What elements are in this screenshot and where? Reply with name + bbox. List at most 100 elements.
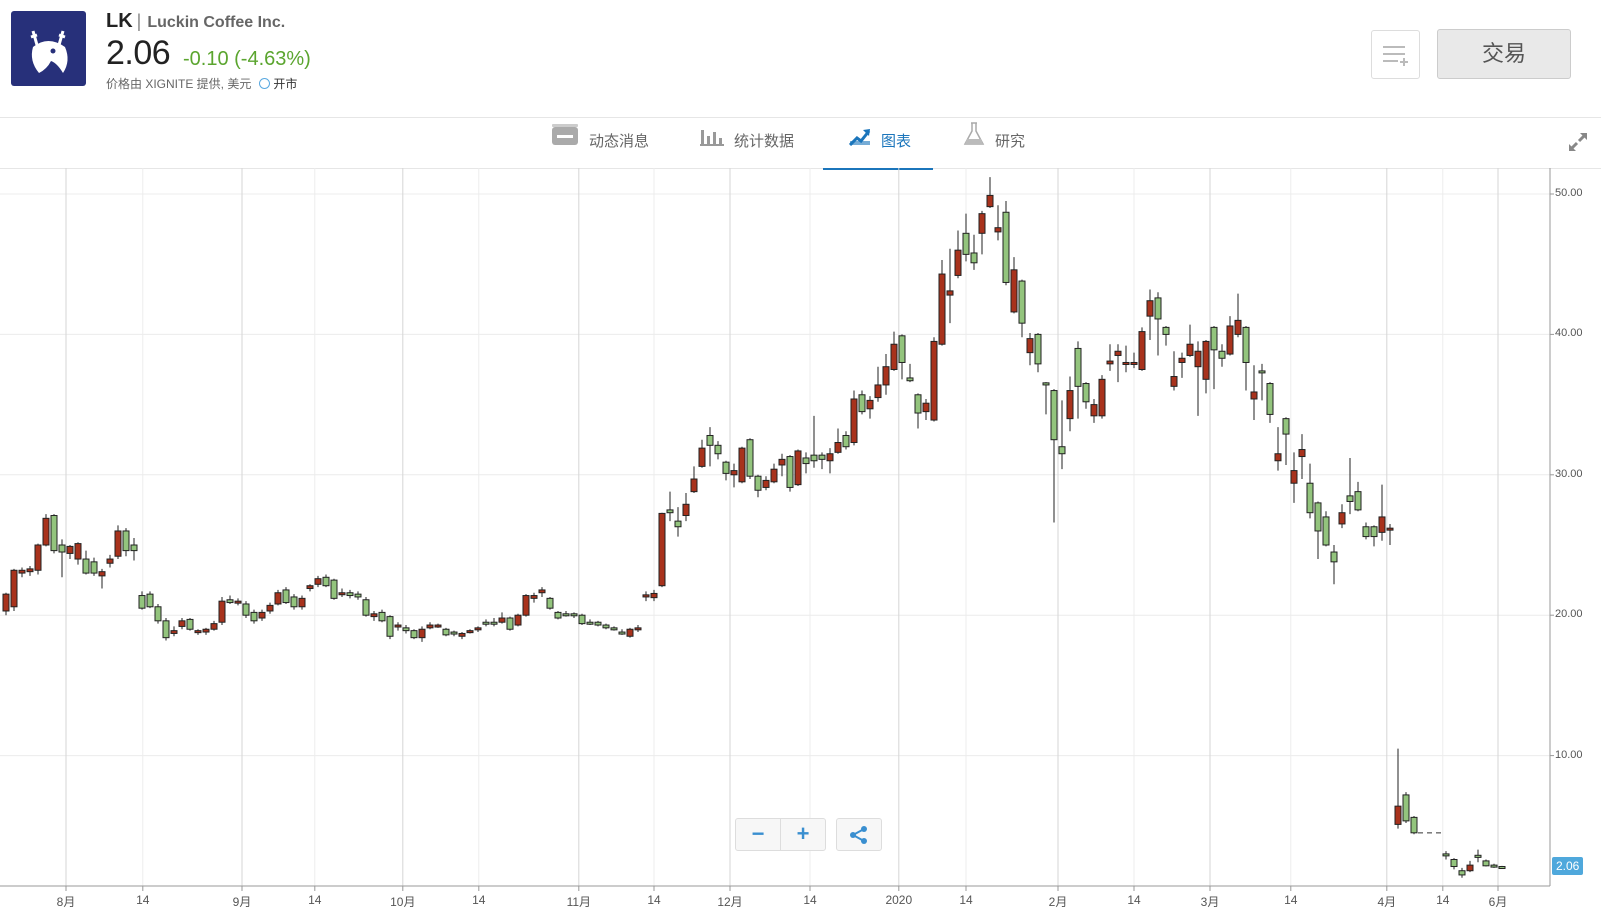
candle-up [770, 468, 778, 483]
candle-up [458, 632, 466, 637]
candle-up [698, 447, 706, 467]
candle-up [994, 227, 1002, 233]
candle-down [250, 611, 258, 622]
candle-up [26, 568, 34, 573]
candle-up [1290, 470, 1298, 484]
candle-up [1138, 331, 1146, 371]
candle-up [930, 340, 938, 421]
share-button[interactable] [837, 819, 881, 850]
x-tick-label: 11月 [566, 895, 592, 909]
candle-down [1314, 502, 1322, 532]
candle-up [298, 597, 306, 608]
candle-down [714, 444, 722, 455]
candle-up [1122, 361, 1130, 365]
candle-down [1282, 418, 1290, 435]
candle-up [466, 630, 474, 634]
candle-up [738, 447, 746, 483]
candle-down [282, 589, 290, 604]
candle-down [226, 599, 234, 604]
candle-down [450, 631, 458, 635]
candle-up [1394, 805, 1402, 825]
candle-down [378, 611, 386, 622]
candle-down [362, 599, 370, 616]
candle-up [642, 594, 650, 598]
candle-up [530, 595, 538, 599]
candle-down [1482, 860, 1490, 867]
candle-down [858, 394, 866, 413]
candle-up [74, 543, 82, 560]
y-tick-label: 20.00 [1555, 608, 1583, 621]
candle-down [490, 621, 498, 625]
candle-down [1050, 390, 1058, 441]
candle-down [1242, 326, 1250, 363]
candle-down [962, 232, 970, 255]
candle-down [90, 561, 98, 574]
candle-up [922, 402, 930, 413]
candle-up [42, 517, 50, 546]
candle-down [706, 434, 714, 446]
candle-up [434, 624, 442, 628]
candle-up [234, 600, 242, 604]
zoom-out-button[interactable]: − [736, 819, 780, 850]
candle-up [474, 627, 482, 631]
candle-up [66, 545, 74, 554]
candle-up [730, 470, 738, 476]
candle-down [1034, 333, 1042, 365]
candle-up [890, 343, 898, 370]
candle-down [1266, 383, 1274, 415]
x-tick-label: 14 [308, 893, 322, 907]
x-tick-label: 8月 [56, 895, 76, 909]
candle-down [154, 606, 162, 622]
candle-up [1010, 269, 1018, 313]
candle-down [1442, 853, 1450, 857]
candle-up [826, 453, 834, 462]
x-tick-label: 14 [1436, 893, 1450, 907]
candle-down [914, 394, 922, 414]
candle-down [1154, 297, 1162, 320]
candle-down [594, 621, 602, 626]
candle-down [802, 457, 810, 465]
candle-up [1338, 512, 1346, 525]
candle-up [1178, 357, 1186, 363]
candle-up [882, 366, 890, 386]
candle-up [98, 571, 106, 577]
candle-down [1218, 350, 1226, 359]
candle-up [18, 569, 26, 574]
candle-down [578, 614, 586, 625]
candle-up [1194, 350, 1202, 368]
candle-up [106, 558, 114, 564]
candle-down [1002, 211, 1010, 283]
candle-up [658, 512, 666, 587]
candlestick-chart[interactable] [0, 0, 1601, 912]
candle-up [946, 290, 954, 296]
x-tick-label: 6月 [1488, 895, 1508, 909]
candle-up [1274, 453, 1282, 462]
candle-down [322, 576, 330, 587]
y-tick-label: 10.00 [1555, 748, 1583, 761]
candle-down [1330, 551, 1338, 563]
candle-up [794, 450, 802, 486]
candle-down [442, 628, 450, 636]
candle-up [538, 589, 546, 594]
candle-down [1258, 370, 1266, 374]
candle-down [290, 596, 298, 608]
candle-up [1378, 516, 1386, 533]
candle-up [1170, 376, 1178, 387]
candle-up [218, 600, 226, 623]
x-tick-label: 4月 [1377, 895, 1397, 909]
candle-up [626, 628, 634, 637]
candle-up [514, 614, 522, 626]
candle-down [1450, 858, 1458, 868]
candle-down [386, 616, 394, 637]
candle-up [258, 611, 266, 619]
candle-down [1322, 516, 1330, 546]
candle-down [1082, 383, 1090, 403]
x-tick-label: 3月 [1200, 895, 1220, 909]
zoom-in-button[interactable]: + [780, 819, 825, 850]
candle-down [1370, 526, 1378, 538]
candle-down [818, 454, 826, 460]
candle-up [314, 578, 322, 585]
candle-down [554, 611, 562, 619]
y-tick-label: 50.00 [1555, 187, 1583, 199]
candle-down [1498, 866, 1506, 870]
